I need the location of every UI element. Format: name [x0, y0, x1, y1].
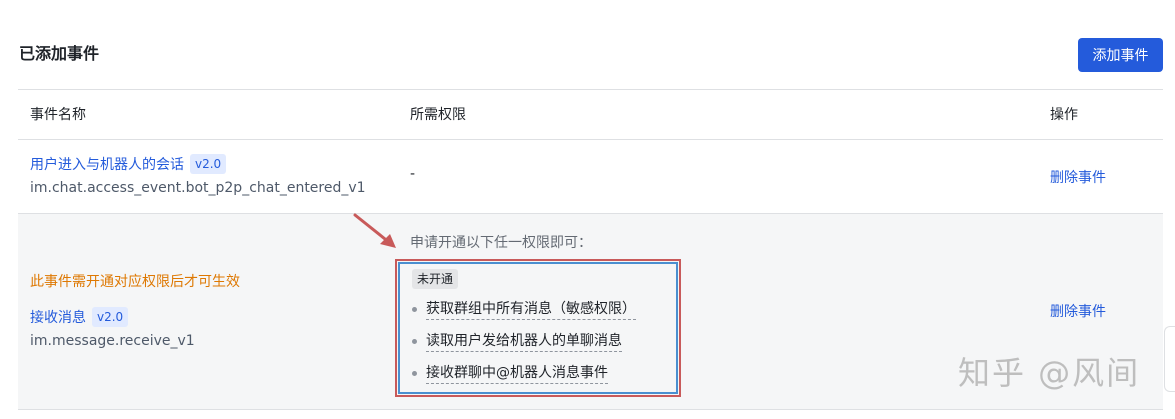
table-top-divider: [18, 89, 1163, 90]
status-badge: 未开通: [412, 269, 459, 289]
event-name-link[interactable]: 接收消息: [30, 307, 86, 327]
watermark: 知乎 @风间: [958, 354, 1141, 392]
permission-item[interactable]: 读取用户发给机器人的单聊消息: [412, 330, 622, 352]
bullet-icon: [412, 306, 417, 312]
header-action: 操作: [1050, 107, 1078, 123]
permission-warning: 此事件需开通对应权限后才可生效: [30, 274, 240, 290]
table-row: 用户进入与机器人的会话 v2.0 im.chat.access_event.bo…: [18, 140, 1163, 213]
annotation-highlight-box: 未开通 获取群组中所有消息（敏感权限） 读取用户发给机器人的单聊消息 接收群聊中…: [395, 259, 681, 397]
row-divider: [18, 409, 1163, 410]
permission-item[interactable]: 接收群聊中@机器人消息事件: [412, 362, 608, 384]
delete-event-link[interactable]: 删除事件: [1050, 301, 1106, 321]
version-badge: v2.0: [92, 307, 129, 327]
permission-item[interactable]: 获取群组中所有消息（敏感权限）: [412, 298, 636, 320]
permission-none: -: [410, 166, 416, 182]
event-name-link[interactable]: 用户进入与机器人的会话: [30, 154, 184, 174]
side-panel-handle[interactable]: [1164, 326, 1175, 392]
permission-intro: 申请开通以下任一权限即可：: [410, 235, 592, 251]
annotation-arrow-icon: [353, 213, 396, 248]
event-id: im.message.receive_v1: [30, 333, 195, 349]
bullet-icon: [412, 338, 417, 344]
add-event-button[interactable]: 添加事件: [1078, 38, 1163, 72]
permission-list-panel: 未开通 获取群组中所有消息（敏感权限） 读取用户发给机器人的单聊消息 接收群聊中…: [398, 262, 678, 394]
bullet-icon: [412, 370, 417, 376]
event-id: im.chat.access_event.bot_p2p_chat_entere…: [30, 180, 366, 196]
version-badge: v2.0: [190, 154, 227, 174]
header-permission: 所需权限: [410, 107, 466, 123]
section-title: 已添加事件: [19, 44, 100, 63]
delete-event-link[interactable]: 删除事件: [1050, 167, 1106, 187]
header-event-name: 事件名称: [30, 107, 86, 123]
